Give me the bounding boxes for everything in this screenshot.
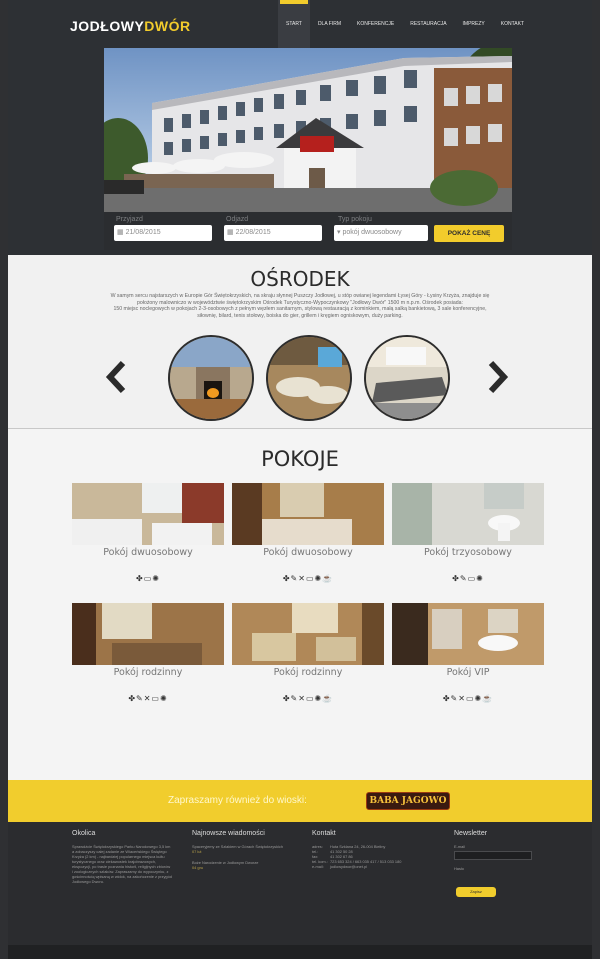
room-amenity-icons: ✤✎✕▭✺☕ [442, 694, 494, 703]
osrodek-section: OŚRODEK W samym sercu najstarszych w Eur… [8, 255, 592, 428]
osrodek-title: OŚRODEK [250, 267, 350, 291]
nav-item-konferencje[interactable]: KONFERENCJE [349, 0, 402, 48]
departure-date-value: 22/08/2015 [235, 229, 271, 236]
nav-item-start[interactable]: START [278, 0, 310, 48]
newsletter-email-input[interactable] [454, 851, 532, 860]
logo-part2: DWÓR [144, 18, 191, 34]
gallery-photo-conference-room[interactable] [364, 335, 450, 421]
main-nav: START DLA FIRM KONFERENCJE RESTAURACJA I… [278, 0, 532, 48]
news-title: Najnowsze wiadomości [192, 830, 265, 837]
room-name: Pokój rodzinny [113, 667, 183, 678]
nav-item-kontakt[interactable]: KONTAKT [493, 0, 532, 48]
room-amenity-icons: ✤✎▭✺ [452, 574, 484, 583]
calendar-icon: ▦ [227, 229, 234, 236]
footer-newsletter: Newsletter E-mail Hasło Zapisz [454, 830, 554, 897]
footer-okolica: Okolica Sprawdźcie Świętokrzyskiego Park… [72, 830, 172, 884]
nav-item-restauracja[interactable]: RESTAURACJA [402, 0, 454, 48]
booking-form: Przyjazd ▦ 21/08/2015 Odjazd ▦ 22/08/201… [104, 212, 512, 250]
okolica-text: Sprawdźcie Świętokrzyskiego Parku Narodo… [72, 844, 172, 884]
nav-item-imprezy[interactable]: IMPREZY [455, 0, 493, 48]
room-card[interactable]: Pokój rodzinny ✤✎✕▭✺ [72, 603, 224, 703]
village-banner-text: Zapraszamy również do wioski: [168, 795, 307, 806]
chevron-right-icon[interactable] [486, 360, 510, 394]
village-banner: Zapraszamy również do wioski: BABA JAGOW… [8, 780, 592, 822]
site-logo[interactable]: JODŁOWYDWÓR [70, 18, 191, 34]
room-photo [72, 483, 224, 545]
departure-date-field[interactable]: ▦ 22/08/2015 [224, 225, 322, 241]
chevron-left-icon[interactable] [104, 360, 128, 394]
pokoje-section: POKOJE Pokój dwuosobowy ✤▭✺ Pokój dwuoso… [8, 429, 592, 780]
room-photo [72, 603, 224, 665]
footer-news: Najnowsze wiadomości Spaceryjemy ze Szla… [192, 830, 292, 870]
room-name: Pokój VIP [446, 667, 490, 678]
pokoje-title: POKOJE [261, 447, 339, 471]
room-type-label: Typ pokoju [338, 216, 372, 223]
bottom-bar [8, 945, 592, 959]
contact-key: e-mail: [312, 864, 324, 869]
header: JODŁOWYDWÓR START DLA FIRM KONFERENCJE R… [8, 0, 592, 255]
contact-email-link[interactable]: jodlowydwor@onet.pl [330, 864, 367, 869]
newsletter-email-label: E-mail [454, 844, 466, 849]
room-name: Pokój dwuosobowy [263, 547, 353, 558]
departure-label: Odjazd [226, 216, 249, 223]
room-photo [392, 483, 544, 545]
room-name: Pokój dwuosobowy [103, 547, 193, 558]
hero-photo [104, 48, 512, 212]
footer: Okolica Sprawdźcie Świętokrzyskiego Park… [8, 822, 592, 959]
room-type-value: pokój dwuosobowy [342, 229, 402, 236]
room-card[interactable]: Pokój rodzinny ✤✎✕▭✺☕ [232, 603, 384, 703]
osrodek-text-4: siłownię, bilard, tenis stołowy, boiska … [197, 312, 403, 319]
room-amenity-icons: ✤✎✕▭✺☕ [282, 694, 334, 703]
contact-title: Kontakt [312, 830, 336, 837]
chevron-down-icon: ▾ [337, 229, 341, 236]
okolica-title: Okolica [72, 830, 96, 837]
room-amenity-icons: ✤✎✕▭✺ [128, 694, 168, 703]
newsletter-submit-button[interactable]: Zapisz [456, 887, 496, 897]
calendar-icon: ▦ [117, 229, 124, 236]
osrodek-text-3: 150 miejsc noclegowych w pokojach 2-3-os… [113, 306, 487, 313]
baba-jagowo-logo[interactable]: BABA JAGOWO [366, 792, 450, 810]
show-price-button[interactable]: POKAŻ CENĘ [434, 225, 504, 242]
osrodek-text-1: W samym sercu najstarszych w Europie Gór… [110, 293, 490, 299]
nav-item-dla-firm[interactable]: DLA FIRM [310, 0, 349, 48]
arrival-label: Przyjazd [116, 216, 143, 223]
arrival-date-field[interactable]: ▦ 21/08/2015 [114, 225, 212, 241]
arrival-date-value: 21/08/2015 [125, 229, 161, 236]
room-card[interactable]: Pokój trzyosobowy ✤✎▭✺ [392, 483, 544, 583]
gallery-photo-fireplace[interactable] [168, 335, 254, 421]
gallery-photo-restaurant[interactable] [266, 335, 352, 421]
osrodek-description: W samym sercu najstarszych w Europie Gór… [68, 293, 532, 319]
room-photo [232, 603, 384, 665]
room-type-select[interactable]: ▾ pokój dwuosobowy [334, 225, 428, 241]
room-name: Pokój rodzinny [273, 667, 343, 678]
room-photo [232, 483, 384, 545]
footer-contact: Kontakt adres: Huta Szklana 24, 26-004 Bi… [312, 830, 442, 869]
newsletter-title: Newsletter [454, 830, 488, 837]
news-item-date: 04 gru [192, 865, 204, 870]
room-card[interactable]: Pokój VIP ✤✎✕▭✺☕ [392, 603, 544, 703]
room-card[interactable]: Pokój dwuosobowy ✤▭✺ [72, 483, 224, 583]
room-amenity-icons: ✤✎✕▭✺☕ [282, 574, 334, 583]
logo-part1: JODŁOWY [70, 18, 145, 34]
contact-row: e-mail: jodlowydwor@onet.pl [312, 864, 442, 869]
newsletter-password-label: Hasło [454, 866, 464, 871]
osrodek-text-2: położony malowniczo w województwie święt… [137, 299, 463, 306]
room-name: Pokój trzyosobowy [424, 547, 512, 558]
room-amenity-icons: ✤▭✺ [136, 574, 160, 583]
page-frame: JODŁOWYDWÓR START DLA FIRM KONFERENCJE R… [8, 0, 592, 959]
room-card[interactable]: Pokój dwuosobowy ✤✎✕▭✺☕ [232, 483, 384, 583]
news-item-link[interactable]: Spaceryjemy ze Szlakiem w Górach Świętok… [192, 844, 292, 849]
room-photo [392, 603, 544, 665]
